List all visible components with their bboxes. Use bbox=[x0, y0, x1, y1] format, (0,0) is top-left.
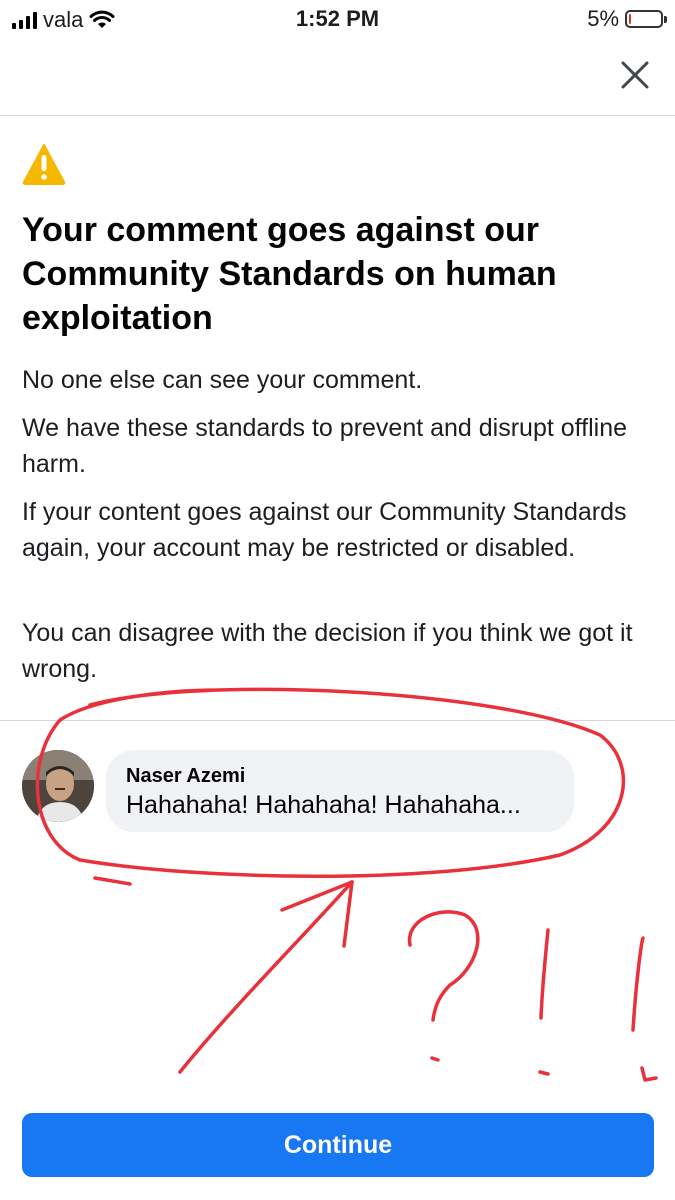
status-right: 5% bbox=[587, 6, 667, 32]
red-arrowhead-right bbox=[342, 880, 354, 948]
close-icon bbox=[621, 61, 649, 89]
battery-percent: 5% bbox=[587, 6, 619, 31]
battery-icon bbox=[625, 10, 667, 28]
red-arrow-annotation bbox=[178, 880, 354, 1074]
red-exclamation-2 bbox=[631, 936, 645, 1032]
red-exclamation-2-dot bbox=[640, 1066, 658, 1082]
red-exclamation-1 bbox=[539, 928, 550, 1020]
notice-paragraph: We have these standards to prevent and d… bbox=[22, 414, 628, 478]
close-button[interactable] bbox=[612, 54, 658, 100]
red-arrowhead-left bbox=[280, 880, 354, 912]
notice-paragraph: No one else can see your comment. bbox=[22, 366, 423, 394]
avatar-photo bbox=[22, 750, 94, 822]
status-bar: vala 1:52 PM 5% bbox=[0, 0, 675, 40]
comment-text: Hahahaha! Hahahaha! Hahahaha... bbox=[126, 791, 521, 819]
red-question-dot bbox=[430, 1056, 440, 1062]
avatar bbox=[22, 750, 94, 822]
red-exclamation-1-dot bbox=[538, 1070, 550, 1076]
notice-paragraph: You can disagree with the decision if yo… bbox=[22, 619, 633, 683]
warning-icon bbox=[22, 144, 66, 185]
red-circle-tail bbox=[93, 876, 132, 886]
battery-level bbox=[629, 14, 631, 24]
comment-bubble[interactable]: Naser Azemi Hahahaha! Hahahaha! Hahahaha… bbox=[106, 750, 574, 832]
notice-title: Your comment goes against our Community … bbox=[22, 211, 557, 337]
notice-paragraph: If your content goes against our Communi… bbox=[22, 498, 627, 562]
comment-author: Naser Azemi bbox=[126, 765, 246, 787]
continue-button[interactable]: Continue bbox=[22, 1113, 654, 1177]
handwritten-annotations bbox=[35, 687, 658, 1082]
status-time: 1:52 PM bbox=[295, 6, 380, 31]
header-divider bbox=[0, 115, 675, 116]
red-question-mark bbox=[407, 910, 480, 1022]
content-divider bbox=[0, 720, 675, 721]
